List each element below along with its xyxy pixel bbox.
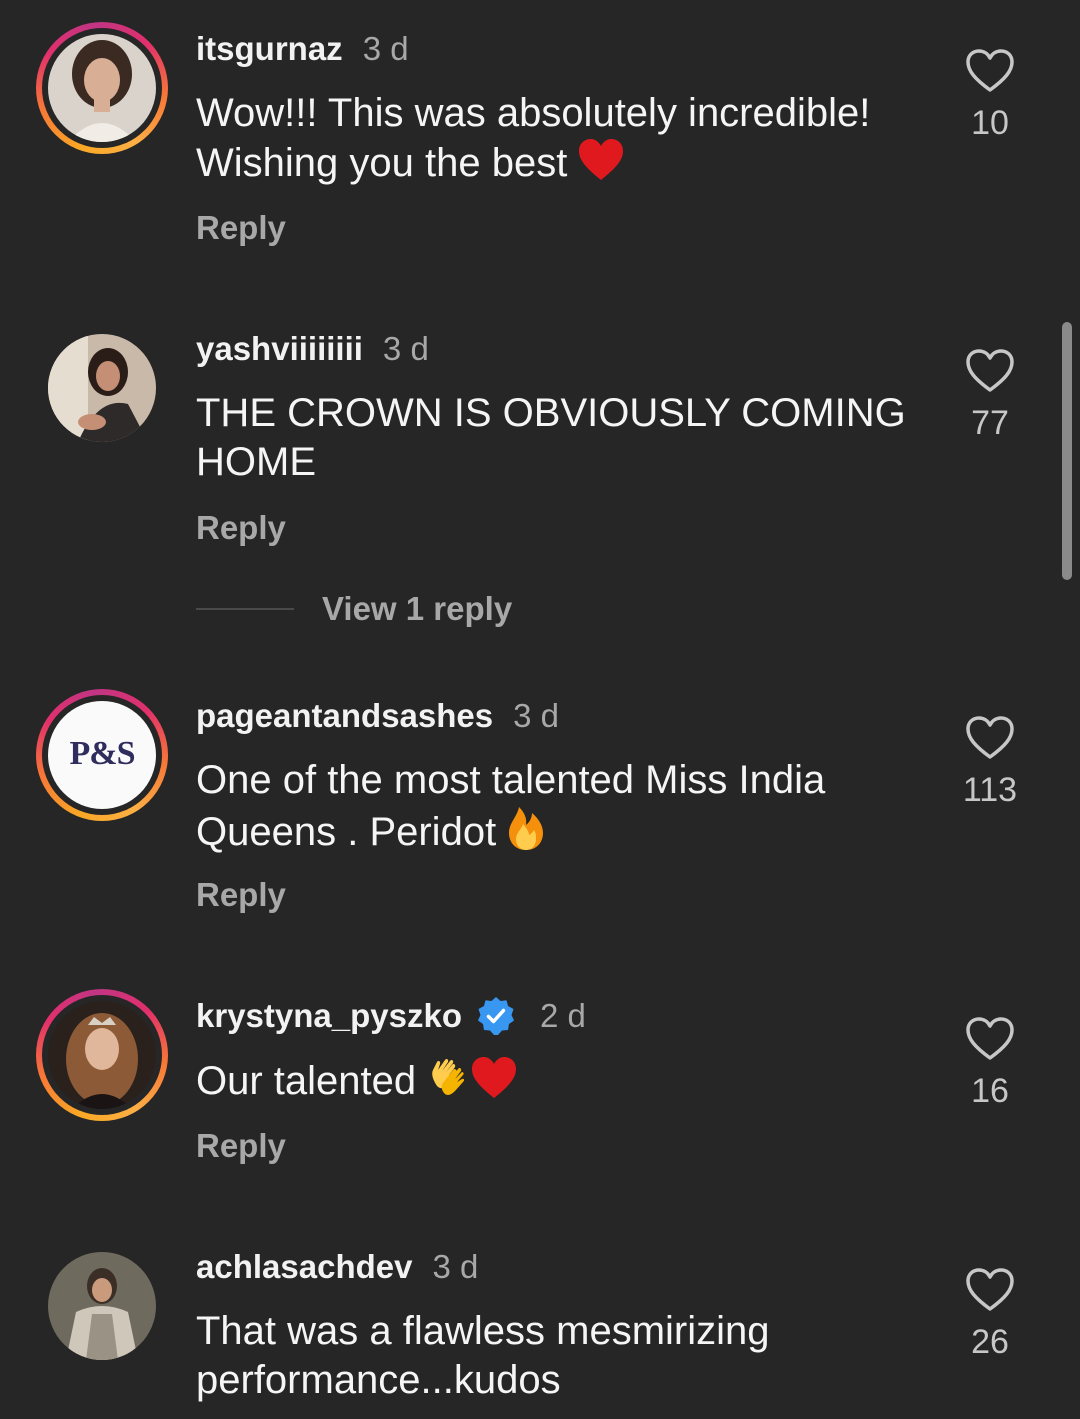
like-button[interactable]: 16 [950, 1016, 1030, 1111]
timestamp: 3 d [513, 697, 559, 734]
username[interactable]: yashviiiiiiii [196, 330, 363, 368]
avatar[interactable] [36, 1240, 168, 1372]
like-button[interactable]: 26 [950, 1267, 1030, 1362]
verified-badge-icon [476, 996, 516, 1036]
timestamp: 3 d [382, 330, 429, 367]
heart-outline-icon [950, 715, 1030, 761]
like-count: 113 [962, 771, 1018, 809]
scrollbar[interactable] [1062, 322, 1072, 580]
heart-outline-icon [950, 48, 1030, 94]
like-count: 26 [971, 1323, 1009, 1361]
timestamp: 3 d [432, 1248, 479, 1285]
username[interactable]: krystyna_pyszko [196, 997, 462, 1035]
avatar-story-ring[interactable] [36, 22, 168, 154]
view-replies-label: View 1 reply [322, 590, 513, 627]
fire-icon [507, 805, 545, 863]
reply-button[interactable]: Reply [196, 1127, 286, 1165]
heart-outline-icon [950, 348, 1030, 394]
avatar[interactable] [36, 322, 168, 454]
avatar-story-ring[interactable]: P&S [36, 689, 168, 821]
like-button[interactable]: 113 [950, 715, 1030, 810]
like-button[interactable]: 10 [950, 48, 1030, 143]
clapping-hands-icon [427, 1056, 471, 1112]
avatar-story-ring[interactable] [36, 989, 168, 1121]
reply-button[interactable]: Reply [196, 209, 286, 247]
comment-text: One of the most talented Miss India Quee… [196, 756, 916, 863]
red-heart-icon [578, 138, 624, 194]
timestamp: 3 d [362, 30, 409, 67]
comment-text: THE CROWN IS OBVIOUSLY COMING HOME [196, 391, 906, 484]
like-count: 77 [971, 404, 1009, 442]
like-button[interactable]: 77 [950, 348, 1030, 443]
username[interactable]: achlasachdev [196, 1248, 412, 1286]
avatar [48, 1001, 156, 1109]
comment-text: Our talented [196, 1056, 916, 1112]
like-count: 10 [971, 104, 1009, 142]
view-replies-button[interactable]: View 1 reply [196, 590, 512, 628]
divider [196, 608, 294, 610]
heart-outline-icon [950, 1016, 1030, 1062]
comment-text: That was a flawless mesmirizing performa… [196, 1309, 770, 1402]
comment-text: Wow!!! This was absolutely incredible! W… [196, 89, 916, 194]
avatar [48, 34, 156, 142]
timestamp: 2 d [539, 997, 586, 1034]
avatar-image [48, 1252, 156, 1360]
like-count: 16 [971, 1072, 1009, 1110]
heart-outline-icon [950, 1267, 1030, 1313]
avatar-logo: P&S [48, 701, 156, 809]
reply-button[interactable]: Reply [196, 876, 286, 914]
avatar-image [48, 334, 156, 442]
username[interactable]: itsgurnaz [196, 30, 343, 68]
reply-button[interactable]: Reply [196, 509, 286, 547]
red-heart-icon [471, 1056, 517, 1112]
username[interactable]: pageantandsashes [196, 697, 493, 735]
